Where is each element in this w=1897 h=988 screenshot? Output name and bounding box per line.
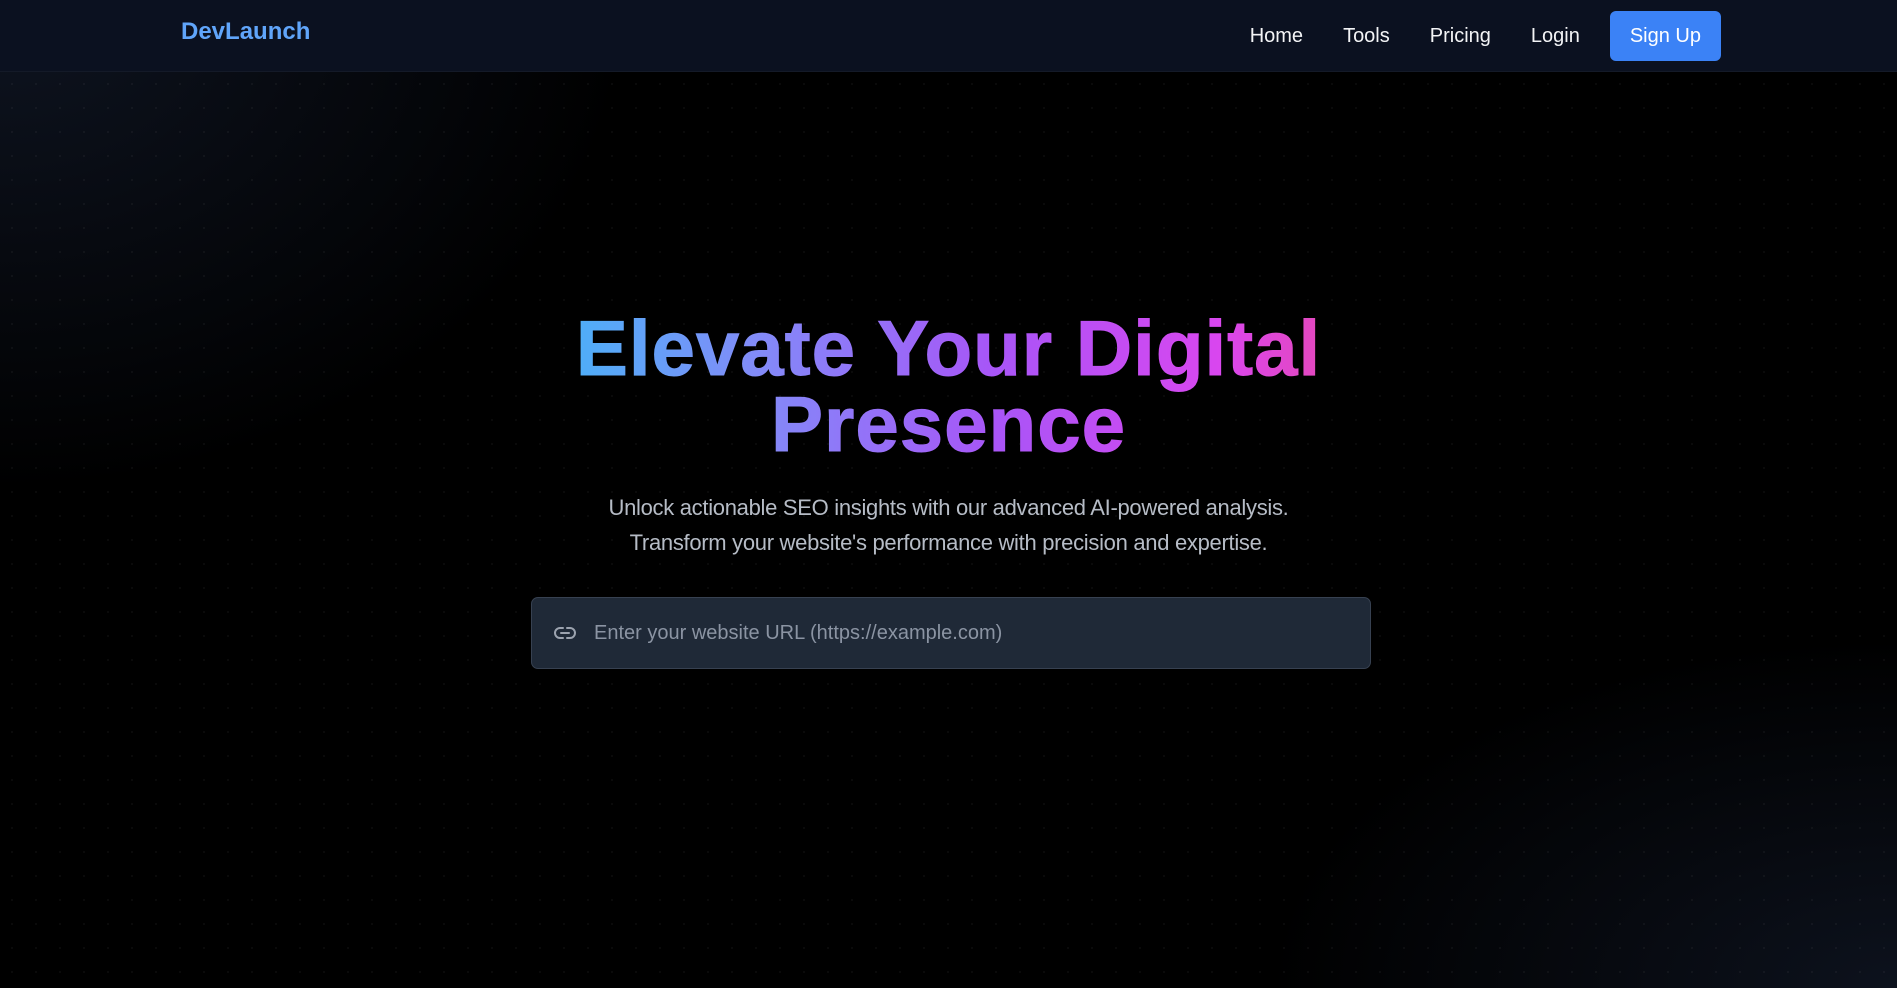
link-icon	[552, 620, 578, 646]
nav-link-pricing[interactable]: Pricing	[1430, 25, 1491, 48]
landing-page: DevLaunch Home Tools Pricing Login Sign …	[0, 0, 1897, 988]
hero-subtitle-line2: Transform your website's performance wit…	[629, 530, 1268, 555]
url-input-box[interactable]	[531, 597, 1371, 669]
hero-subtitle-line1: Unlock actionable SEO insights with our …	[608, 495, 1289, 520]
sign-up-button[interactable]: Sign Up	[1609, 11, 1721, 61]
top-navbar: DevLaunch Home Tools Pricing Login Sign …	[0, 0, 1897, 72]
nav-link-tools[interactable]: Tools	[1343, 25, 1390, 48]
hero-headline-line2: Presence	[771, 380, 1126, 468]
hero-headline: Elevate Your Digital Presence	[499, 309, 1399, 464]
nav-link-login[interactable]: Login	[1531, 25, 1580, 48]
website-url-input[interactable]	[592, 602, 1354, 664]
hero-headline-line1: Elevate Your Digital	[575, 304, 1322, 392]
hero-subtitle: Unlock actionable SEO insights with our …	[569, 490, 1329, 560]
brand-logo[interactable]: DevLaunch	[181, 18, 310, 46]
hero-section: Elevate Your Digital Presence Unlock act…	[0, 309, 1897, 560]
nav-link-home[interactable]: Home	[1250, 25, 1303, 48]
nav-links: Home Tools Pricing Login Sign Up	[1250, 11, 1721, 61]
